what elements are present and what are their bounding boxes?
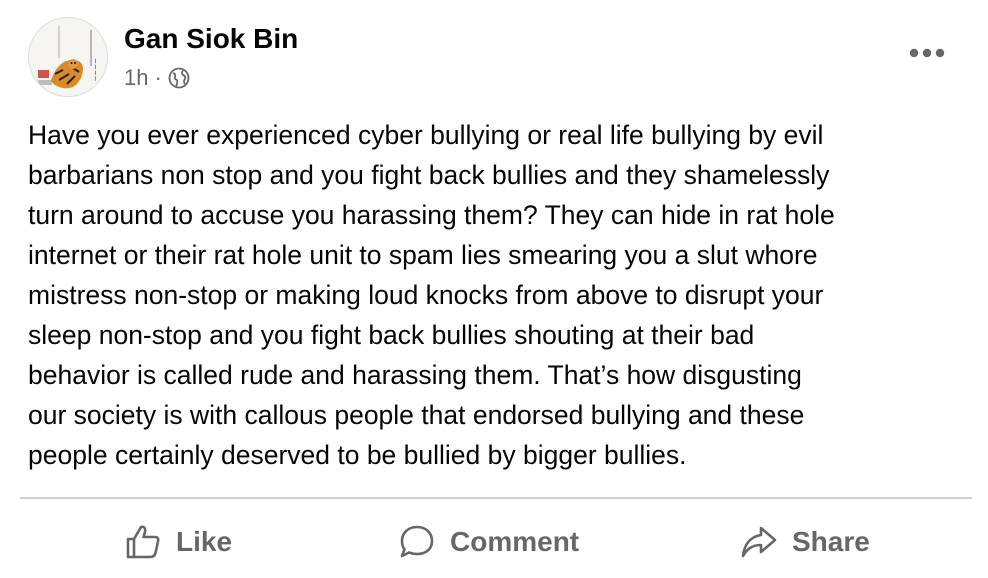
avatar[interactable]: ~~~~ bbox=[28, 17, 108, 97]
share-label: Share bbox=[792, 526, 870, 557]
like-label: Like bbox=[176, 526, 233, 557]
post-meta: 1h · bbox=[124, 63, 190, 93]
globe-icon[interactable] bbox=[168, 67, 190, 89]
like-button[interactable]: Like bbox=[124, 516, 232, 568]
meta-separator: · bbox=[154, 65, 162, 90]
post-card: ~~~~ Gan Siok Bin 1h · Have you ever exp… bbox=[0, 0, 988, 578]
comment-label: Comment bbox=[450, 526, 580, 557]
thumbs-up-icon bbox=[124, 523, 162, 561]
tiger-painting-icon: ~~~~ bbox=[29, 18, 107, 96]
more-horizontal-icon bbox=[909, 48, 945, 58]
share-arrow-icon bbox=[740, 523, 778, 561]
post-time[interactable]: 1h bbox=[124, 65, 148, 91]
comment-button[interactable]: Comment bbox=[398, 516, 579, 568]
divider bbox=[20, 497, 972, 499]
more-options-button[interactable] bbox=[905, 38, 949, 68]
comment-icon bbox=[398, 523, 436, 561]
share-button[interactable]: Share bbox=[740, 516, 870, 568]
author-name[interactable]: Gan Siok Bin bbox=[124, 22, 298, 56]
svg-text:~~~~: ~~~~ bbox=[91, 58, 99, 82]
post-text: Have you ever experienced cyber bullying… bbox=[28, 120, 835, 470]
